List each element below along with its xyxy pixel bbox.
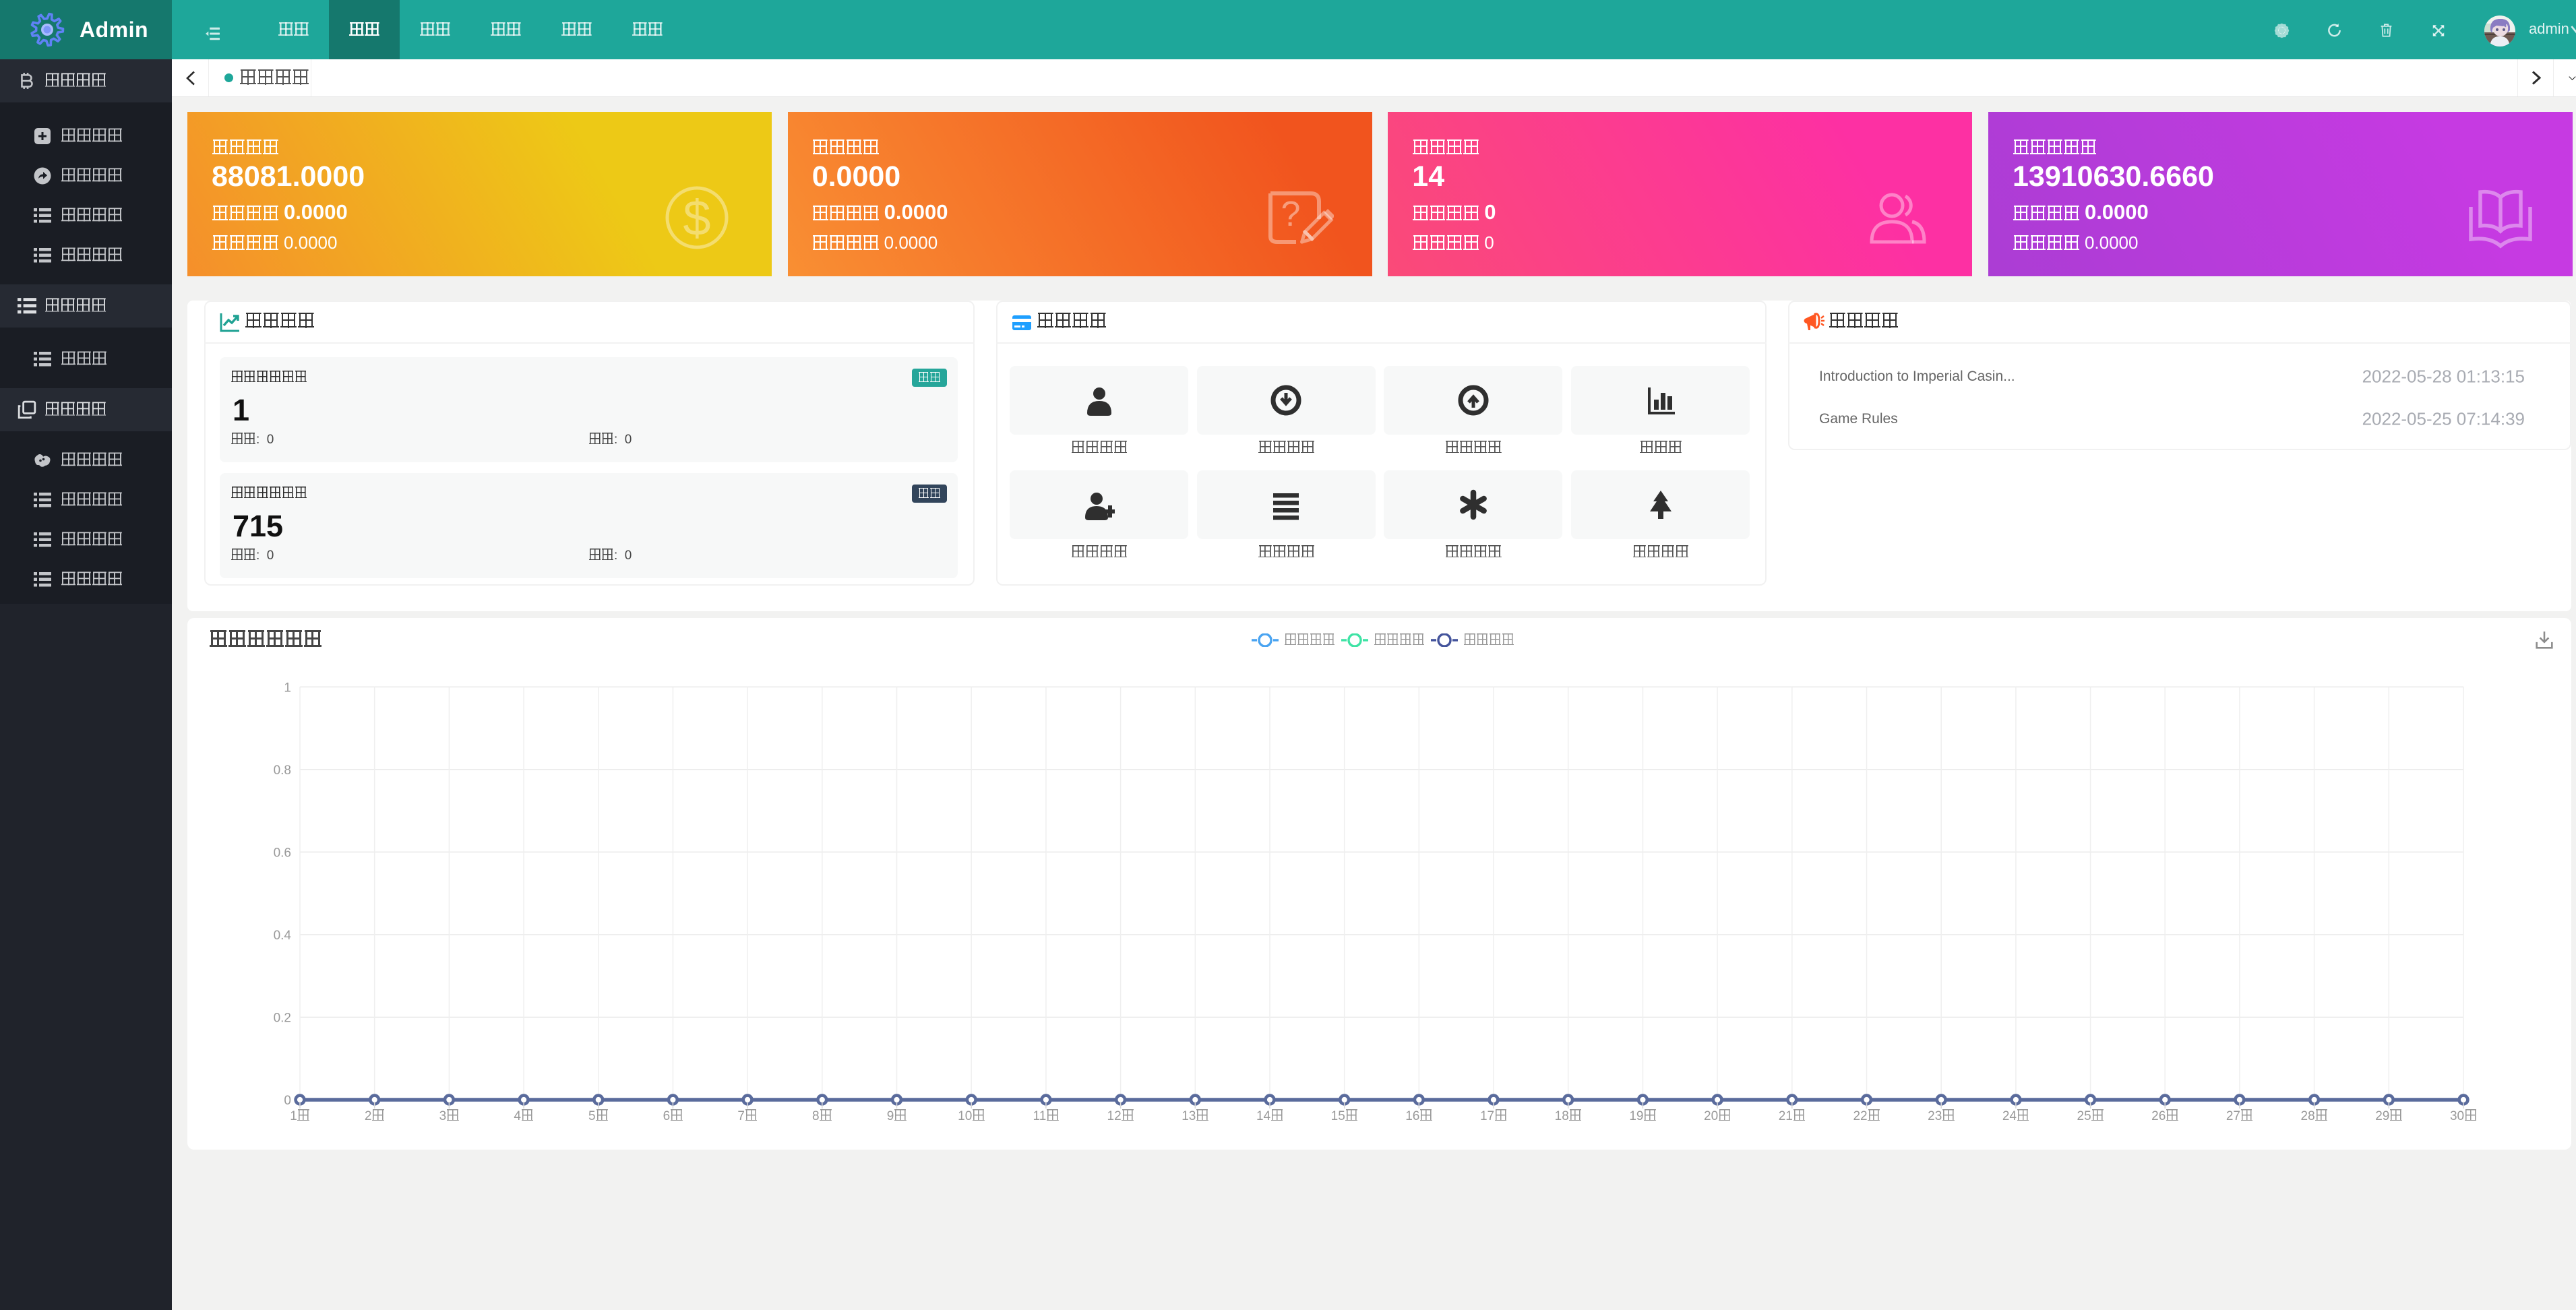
svg-text:0: 0 xyxy=(284,1094,291,1108)
svg-text:0.4: 0.4 xyxy=(274,929,292,943)
svg-text:?: ? xyxy=(1281,195,1300,234)
svg-text:1: 1 xyxy=(284,681,291,695)
svg-text:0.2: 0.2 xyxy=(274,1011,291,1026)
svg-text:0.6: 0.6 xyxy=(274,846,291,860)
svg-text:0.8: 0.8 xyxy=(274,763,291,778)
svg-text:$: $ xyxy=(683,190,710,246)
